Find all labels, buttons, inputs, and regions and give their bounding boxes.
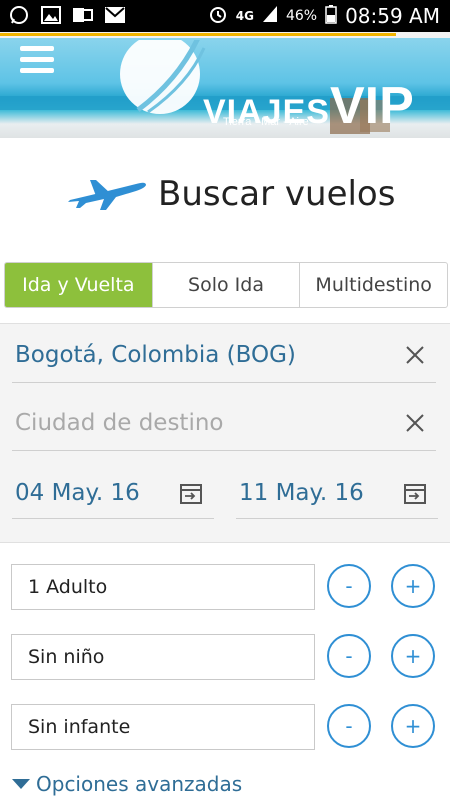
- infants-plus-button[interactable]: +: [391, 704, 435, 748]
- adults-row: 1 Adulto - +: [11, 564, 441, 610]
- clear-destination-icon[interactable]: [404, 412, 426, 434]
- origin-value: Bogotá, Colombia (BOG): [15, 342, 296, 368]
- tab-round-trip[interactable]: Ida y Vuelta: [5, 263, 153, 307]
- adults-minus-button[interactable]: -: [327, 564, 371, 608]
- battery-percent: 46%: [285, 8, 318, 24]
- calendar-depart-icon[interactable]: [180, 482, 202, 504]
- trip-type-tabs: Ida y Vuelta Solo Ida Multidestino: [4, 262, 448, 308]
- children-row: Sin niño - +: [11, 634, 441, 680]
- airplane-icon: [68, 180, 146, 210]
- adults-label: 1 Adulto: [28, 576, 108, 598]
- children-plus-button[interactable]: +: [391, 634, 435, 678]
- infants-select[interactable]: Sin infante: [11, 704, 315, 750]
- network-type: 4G: [235, 9, 254, 23]
- gmail-icon: [104, 4, 126, 26]
- origin-field[interactable]: Bogotá, Colombia (BOG): [12, 332, 436, 383]
- search-form: Bogotá, Colombia (BOG) Ciudad de destino…: [0, 323, 450, 543]
- children-select[interactable]: Sin niño: [11, 634, 315, 680]
- outlook-icon: [72, 4, 94, 26]
- header-banner: VIAJESVIP Tierra - Mar - Aire: [0, 38, 450, 138]
- caret-down-icon: [12, 779, 30, 789]
- brand-highlight: VIP: [329, 77, 414, 135]
- battery-icon: [325, 4, 337, 28]
- depart-date: 04 May. 16: [15, 480, 140, 506]
- return-date-field[interactable]: 11 May. 16: [236, 468, 438, 519]
- depart-date-field[interactable]: 04 May. 16: [12, 468, 214, 519]
- alarm-icon: [208, 4, 228, 28]
- advanced-options-label: Opciones avanzadas: [36, 772, 243, 796]
- whatsapp-icon: [8, 4, 30, 26]
- status-bar: 4G 46% 08:59 AM: [0, 0, 450, 32]
- destination-field[interactable]: Ciudad de destino: [12, 400, 436, 451]
- calendar-return-icon[interactable]: [404, 482, 426, 504]
- infants-row: Sin infante - +: [11, 704, 441, 750]
- adults-select[interactable]: 1 Adulto: [11, 564, 315, 610]
- image-icon: [40, 4, 62, 26]
- page-title-row: Buscar vuelos: [0, 168, 450, 224]
- children-label: Sin niño: [28, 646, 105, 668]
- infants-minus-button[interactable]: -: [327, 704, 371, 748]
- menu-icon[interactable]: [20, 46, 54, 74]
- tab-one-way[interactable]: Solo Ida: [153, 263, 301, 307]
- advanced-options-link[interactable]: Opciones avanzadas: [12, 772, 242, 796]
- signal-icon: [262, 5, 278, 27]
- children-minus-button[interactable]: -: [327, 634, 371, 678]
- clear-origin-icon[interactable]: [404, 344, 426, 366]
- destination-placeholder: Ciudad de destino: [15, 410, 224, 436]
- tab-multi-destination[interactable]: Multidestino: [300, 263, 447, 307]
- infants-label: Sin infante: [28, 716, 131, 738]
- adults-plus-button[interactable]: +: [391, 564, 435, 608]
- return-date: 11 May. 16: [239, 480, 364, 506]
- clock: 08:59 AM: [345, 4, 440, 28]
- brand-tagline: Tierra - Mar - Aire: [223, 116, 309, 128]
- page-title: Buscar vuelos: [158, 174, 396, 214]
